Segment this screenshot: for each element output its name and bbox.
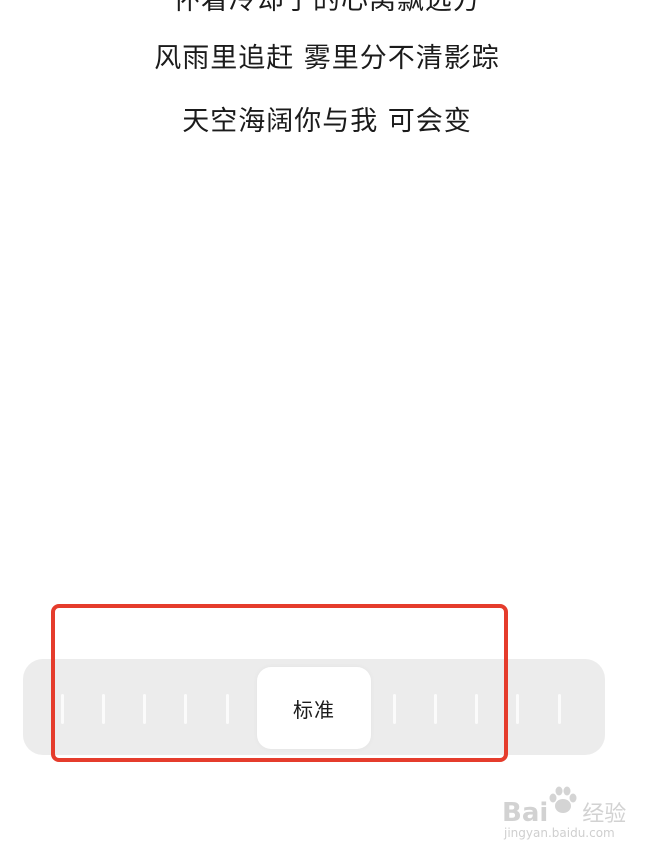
speed-tick-mark[interactable] <box>184 694 187 724</box>
speed-tick-mark[interactable] <box>558 694 561 724</box>
speed-tick-mark[interactable] <box>434 694 437 724</box>
playback-speed-slider-thumb[interactable]: 标准 <box>257 667 371 749</box>
lyric-line: 风雨里追赶 雾里分不清影踪 <box>154 43 500 74</box>
watermark: Bai 经验 jingyan.baidu.com <box>498 786 628 846</box>
watermark-url: jingyan.baidu.com <box>504 826 615 840</box>
watermark-brand: Bai 经验 <box>502 798 627 828</box>
speed-tick-mark[interactable] <box>143 694 146 724</box>
speed-thumb-label: 标准 <box>293 697 335 722</box>
speed-tick-mark[interactable] <box>393 694 396 724</box>
speed-tick-mark[interactable] <box>475 694 478 724</box>
speed-tick-mark[interactable] <box>516 694 519 724</box>
lyric-line: 怀着冷却了的心窝飘远方 <box>173 0 481 16</box>
speed-tick-mark[interactable] <box>102 694 105 724</box>
speed-tick-mark[interactable] <box>61 694 64 724</box>
speed-tick-mark[interactable] <box>226 694 229 724</box>
lyric-line: 天空海阔你与我 可会变 <box>182 106 472 137</box>
